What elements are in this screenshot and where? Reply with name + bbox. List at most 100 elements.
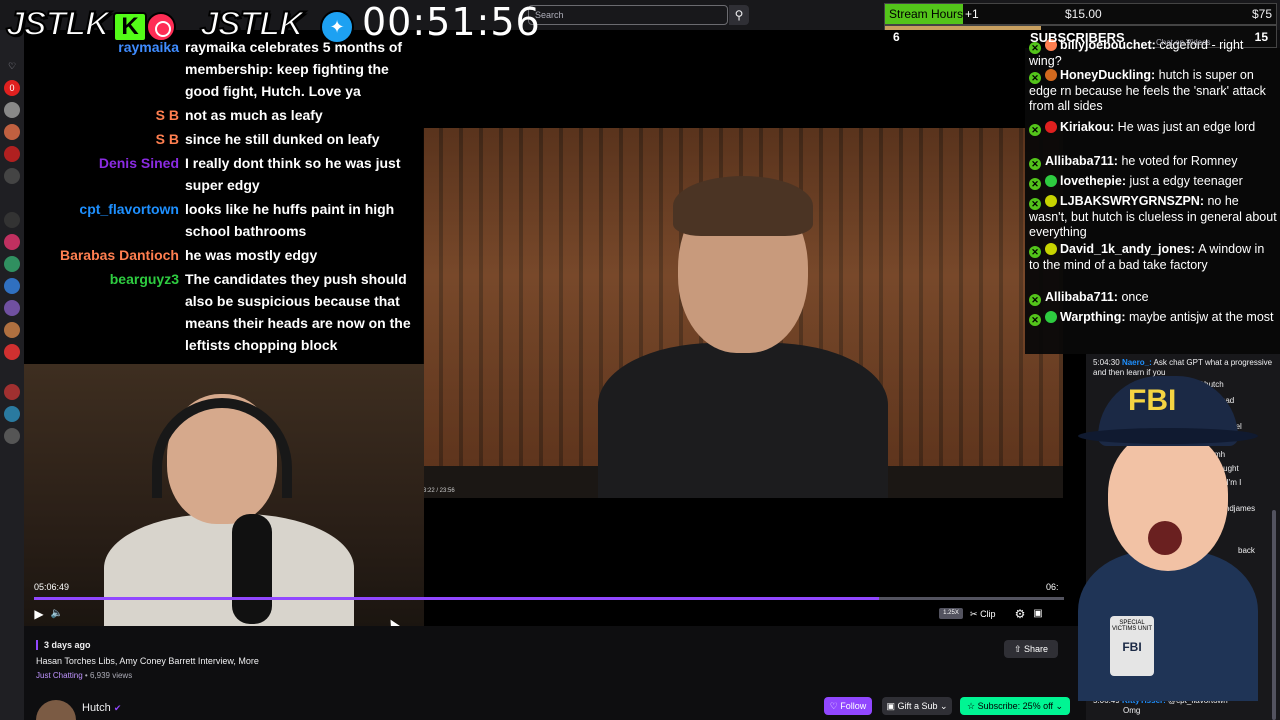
- fbi-id-badge: SPECIAL VICTIMS UNIT FBI: [1110, 616, 1154, 676]
- channel-avatar[interactable]: [4, 212, 20, 228]
- channel-avatar[interactable]: [4, 428, 20, 444]
- seek-bar[interactable]: [34, 597, 1064, 600]
- playback-speed[interactable]: 1.25X: [939, 608, 963, 619]
- heart-icon: ♡: [829, 701, 838, 711]
- chat-text: he voted for Romney: [1121, 154, 1238, 168]
- channel-avatar[interactable]: [4, 322, 20, 338]
- view-count: • 6,939 views: [82, 671, 133, 680]
- chat-on-videos-label[interactable]: Chat on Videos: [1156, 38, 1211, 47]
- streamer-webcam: [24, 364, 424, 626]
- clip-icon: ✂: [970, 609, 978, 619]
- channel-name[interactable]: Hutch ✔: [82, 702, 121, 714]
- channel-avatar[interactable]: [4, 384, 20, 400]
- kick-badge-icon: ✕: [1029, 158, 1041, 170]
- channel-avatar[interactable]: [4, 300, 20, 316]
- subscribers-count: 6: [893, 30, 900, 44]
- gift-sub-button[interactable]: ▣ Gift a Sub ⌄: [882, 697, 952, 715]
- chat-text: Ask chat GPT what a progressive and then…: [1093, 358, 1273, 377]
- play-icon: ▶: [34, 607, 44, 621]
- guest-hair: [673, 176, 813, 236]
- channel-avatar[interactable]: [4, 278, 20, 294]
- stream-clock: 00:51:56: [362, 0, 541, 44]
- settings-button[interactable]: ⚙: [1013, 606, 1027, 622]
- volume-icon: 🔈: [50, 608, 64, 619]
- chat-timestamp: 5:04:30: [1093, 358, 1120, 367]
- share-label: Share: [1024, 644, 1049, 654]
- video-meta: Just Chatting • 6,939 views: [36, 671, 132, 680]
- chat-message: ✕ Kiriakou: He was just an edge lord: [1029, 120, 1277, 136]
- gift-label: Gift a Sub: [897, 701, 938, 711]
- channel-avatar[interactable]: [4, 406, 20, 422]
- chat-username[interactable]: cpt_flavortown: [24, 198, 179, 220]
- chat-username[interactable]: Barabas Dantioch: [24, 244, 179, 266]
- overlay-chat: raymaika raymaika celebrates 5 months of …: [24, 36, 424, 366]
- heart-icon[interactable]: ♡: [4, 58, 20, 74]
- stream-hours-goal: Stream Hours +1 $15.00 $75: [884, 3, 1277, 25]
- avatar[interactable]: [36, 700, 76, 720]
- chevron-down-icon: ⌄: [940, 701, 948, 711]
- channel-avatar[interactable]: 0: [4, 80, 20, 96]
- category-link[interactable]: Just Chatting: [36, 671, 83, 680]
- gear-icon: ⚙: [1014, 607, 1026, 621]
- brand-logo-twitter: JSTLK: [199, 4, 305, 44]
- clip-label: Clip: [980, 609, 996, 619]
- total-time: 06:: [1046, 582, 1059, 592]
- channel-avatar[interactable]: [4, 146, 20, 162]
- play-button[interactable]: ▶: [32, 606, 46, 622]
- chat-username[interactable]: HoneyDuckling:: [1060, 68, 1155, 82]
- chat-username[interactable]: Warpthing:: [1060, 310, 1126, 324]
- user-badge-icon: [1045, 243, 1057, 255]
- channel-avatar[interactable]: [4, 256, 20, 272]
- subscribers-target: 15: [1254, 30, 1268, 44]
- chat-username[interactable]: Kiriakou:: [1060, 120, 1114, 134]
- chat-username[interactable]: Denis Sined: [24, 152, 179, 174]
- channel-avatar[interactable]: [4, 344, 20, 360]
- follow-button[interactable]: ♡ Follow: [824, 697, 872, 715]
- chat-username[interactable]: bearguyz3: [24, 268, 179, 290]
- user-badge-icon: [1045, 195, 1057, 207]
- clip-button[interactable]: ✂ Clip: [970, 606, 996, 622]
- chat-username[interactable]: Allibaba711:: [1045, 290, 1118, 304]
- star-icon: ☆: [966, 701, 976, 711]
- user-badge-icon: [1045, 175, 1057, 187]
- chat-username[interactable]: David_1k_andy_jones:: [1060, 242, 1195, 256]
- chat-text: Omg: [1123, 706, 1141, 715]
- embedded-video: 3:22 / 23:56: [423, 128, 1063, 498]
- channel-name-text: Hutch: [82, 702, 111, 714]
- kick-badge-icon: ✕: [1029, 198, 1041, 210]
- user-badge-icon: [1045, 311, 1057, 323]
- fbi-badge-top: SPECIAL VICTIMS UNIT: [1112, 620, 1152, 632]
- search-input[interactable]: Search: [528, 5, 728, 25]
- video-player[interactable]: 3:22 / 23:56 raymaika raymaika celebrates…: [24, 30, 1086, 626]
- brand-logo-kick: JSTLK: [5, 4, 111, 44]
- chat-text: He was just an edge lord: [1117, 120, 1256, 134]
- channel-avatar[interactable]: [4, 124, 20, 140]
- chat-username[interactable]: lovethepie:: [1060, 174, 1126, 188]
- chat-scrollbar[interactable]: [1272, 510, 1276, 720]
- share-icon: ⇧: [1013, 644, 1022, 654]
- chat-message: ✕ lovethepie: just a edgy teenager: [1029, 174, 1277, 190]
- record-icon: [146, 12, 176, 42]
- chat-username[interactable]: Allibaba711:: [1045, 154, 1118, 168]
- stream-hours-increment: +1: [965, 7, 979, 21]
- search-button[interactable]: ⚲: [729, 5, 749, 25]
- channel-avatar[interactable]: [4, 102, 20, 118]
- channel-avatar[interactable]: [4, 168, 20, 184]
- twitter-icon: ✦: [320, 10, 354, 44]
- channel-avatar[interactable]: [4, 234, 20, 250]
- chat-username[interactable]: S B: [24, 128, 179, 150]
- chat-username[interactable]: Naero_:: [1122, 358, 1152, 367]
- video-info: 3 days ago Hasan Torches Libs, Amy Coney…: [24, 626, 1086, 720]
- volume-button[interactable]: 🔈: [50, 606, 64, 622]
- verified-icon: ✔: [113, 703, 122, 713]
- chat-username[interactable]: S B: [24, 104, 179, 126]
- video-title: Hasan Torches Libs, Amy Coney Barrett In…: [36, 656, 259, 666]
- chat-username[interactable]: LJBAKSWRYGRNSZPN:: [1060, 194, 1204, 208]
- seek-progress: [34, 597, 879, 600]
- theatre-icon: ▣: [1033, 608, 1043, 619]
- kick-badge-icon: ✕: [1029, 246, 1041, 258]
- theatre-mode-button[interactable]: ▣: [1031, 606, 1045, 622]
- subscribe-button[interactable]: ☆ Subscribe: 25% off ⌄: [960, 697, 1070, 715]
- fbi-character-overlay: FBI SPECIAL VICTIMS UNIT FBI: [1068, 376, 1263, 706]
- share-button[interactable]: ⇧ Share: [1004, 640, 1058, 658]
